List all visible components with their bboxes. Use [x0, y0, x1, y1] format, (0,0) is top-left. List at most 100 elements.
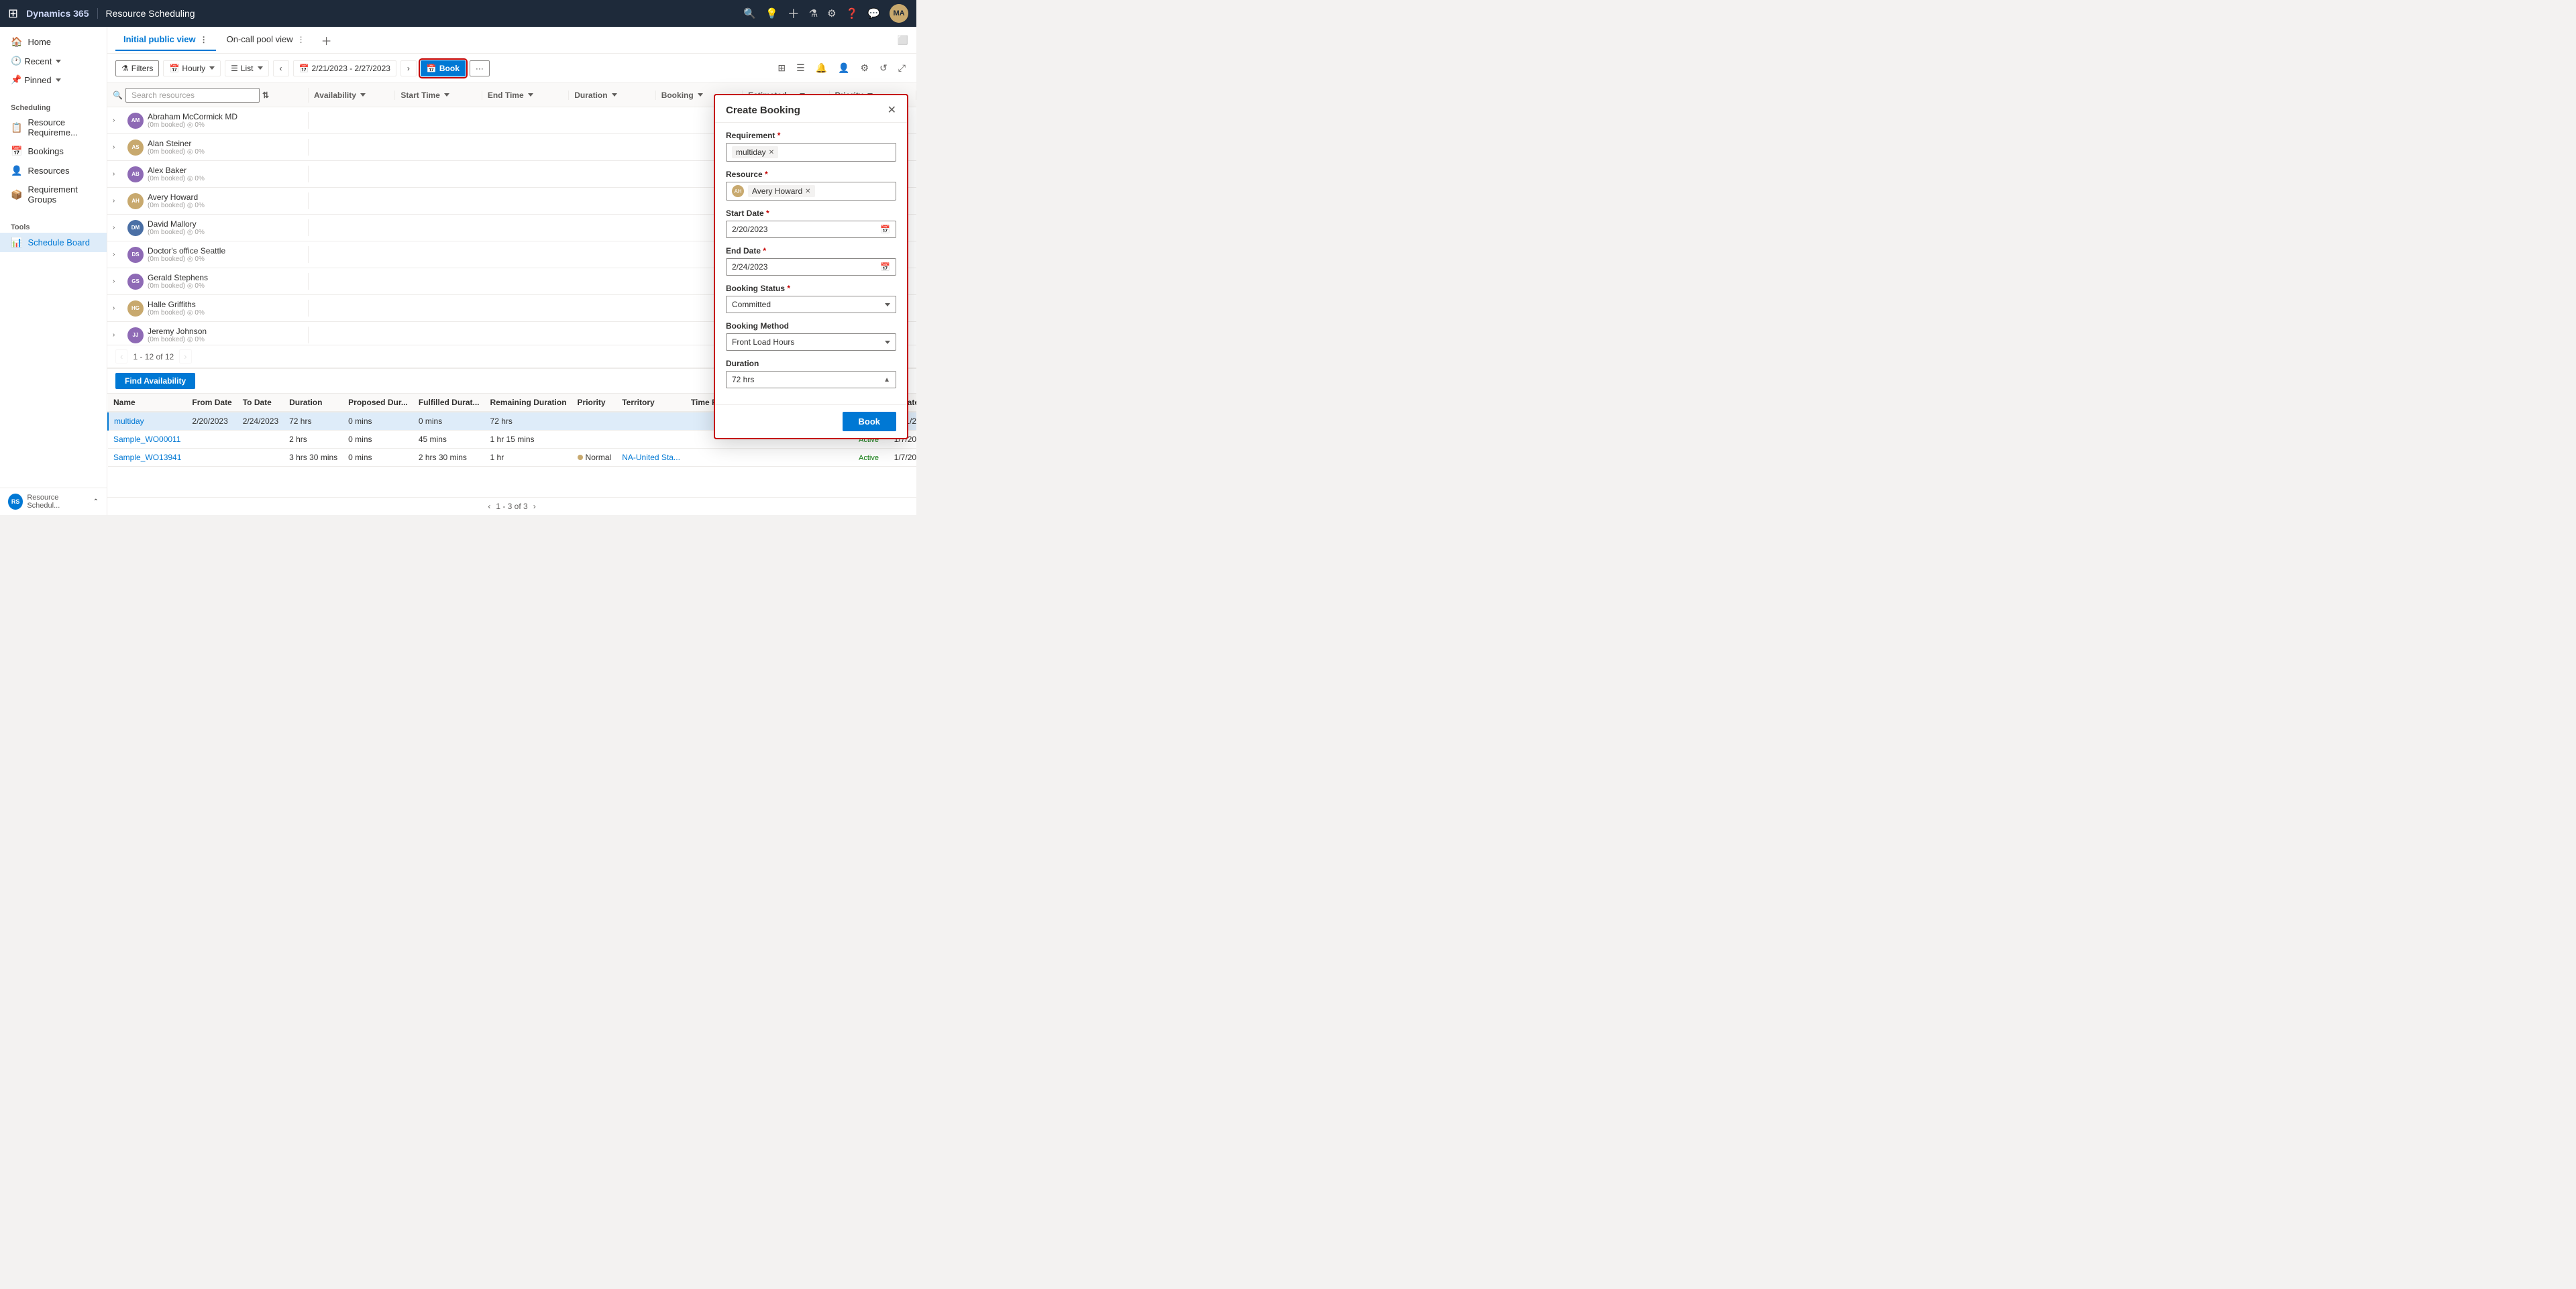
resource-expand-r7[interactable]: ›	[113, 278, 123, 285]
start-date-field-group: Start Date * 2/20/2023 📅	[726, 209, 896, 238]
resource-meta-r2: (0m booked) ◎ 0%	[148, 148, 205, 156]
req-cell: 72 hrs	[485, 412, 572, 431]
end-date-calendar-icon[interactable]: 📅	[880, 262, 890, 272]
sidebar-item-pinned[interactable]: 📌 Pinned	[0, 70, 107, 89]
prev-page-button[interactable]: ‹	[115, 349, 127, 363]
prev-date-button[interactable]: ‹	[273, 60, 289, 76]
req-cell: 0 mins	[413, 412, 485, 431]
start-date-input[interactable]: 2/20/2023 📅	[726, 221, 896, 238]
lightbulb-icon[interactable]: 💡	[765, 7, 778, 19]
req-cell: 1 hr	[485, 449, 572, 467]
end-date-input[interactable]: 2/24/2023 📅	[726, 258, 896, 276]
booking-panel-book-button[interactable]: Book	[843, 412, 897, 431]
req-col-header[interactable]: Duration	[284, 394, 343, 412]
req-col-header[interactable]: Territory	[616, 394, 686, 412]
gear-icon[interactable]: ⚙	[858, 60, 872, 76]
sidebar-item-resource-req[interactable]: 📋 Resource Requireme...	[0, 113, 107, 142]
sidebar-item-recent[interactable]: 🕐 Recent	[0, 52, 107, 70]
tab-initial-public-view[interactable]: Initial public view ⋮	[115, 29, 216, 51]
sort-icon[interactable]: ⇅	[262, 91, 269, 100]
waffle-icon[interactable]: ⊞	[8, 7, 18, 21]
date-range-button[interactable]: 📅 2/21/2023 - 2/27/2023	[293, 60, 396, 76]
remove-resource-tag[interactable]: ✕	[805, 188, 810, 195]
refresh-icon[interactable]: ↺	[877, 60, 890, 76]
resource-expand-r4[interactable]: ›	[113, 197, 123, 205]
resource-expand-r9[interactable]: ›	[113, 331, 123, 339]
filters-button[interactable]: ⚗ Filters	[115, 60, 159, 76]
sidebar-item-bookings[interactable]: 📅 Bookings	[0, 142, 107, 161]
tab-oncall-more[interactable]: ⋮	[297, 35, 305, 44]
req-name-link[interactable]: Sample_WO13941	[113, 453, 181, 462]
endtime-chevron-icon	[528, 93, 533, 97]
req-table-row[interactable]: Sample_WO139413 hrs 30 mins0 mins2 hrs 3…	[108, 449, 916, 467]
enddate-required: *	[763, 246, 766, 256]
sidebar-item-home[interactable]: 🏠 Home	[0, 32, 107, 52]
start-date-calendar-icon[interactable]: 📅	[880, 225, 890, 234]
booking-method-select[interactable]: Front Load Hours	[726, 333, 896, 351]
tab-initial-more[interactable]: ⋮	[200, 35, 208, 44]
close-booking-panel-button[interactable]: ✕	[888, 103, 896, 117]
req-col-header[interactable]: Priority	[572, 394, 617, 412]
sidebar-item-schedule-board[interactable]: 📊 Schedule Board	[0, 233, 107, 252]
resource-expand-r8[interactable]: ›	[113, 304, 123, 312]
more-options-button[interactable]: ···	[470, 60, 490, 76]
resource-expand-r5[interactable]: ›	[113, 224, 123, 231]
req-col-header[interactable]: Fulfilled Durat...	[413, 394, 485, 412]
remove-requirement-tag[interactable]: ✕	[769, 149, 774, 156]
book-button[interactable]: 📅 Book	[421, 60, 466, 76]
sidebar-pinned-label: Pinned	[24, 75, 51, 85]
find-availability-button[interactable]: Find Availability	[115, 373, 195, 389]
req-col-header[interactable]: Proposed Dur...	[343, 394, 413, 412]
next-date-button[interactable]: ›	[400, 60, 417, 76]
start-time-col-header[interactable]: Start Time	[395, 91, 482, 100]
req-name-link[interactable]: multiday	[114, 416, 144, 426]
bell-icon[interactable]: 🔔	[813, 60, 830, 76]
user-avatar[interactable]: MA	[890, 4, 908, 23]
availability-col-header[interactable]: Availability	[309, 91, 395, 100]
resource-expand-r2[interactable]: ›	[113, 144, 123, 151]
lower-prev-button[interactable]: ‹	[488, 502, 490, 511]
fullscreen-icon[interactable]: ⤢	[896, 60, 908, 76]
resource-expand-r1[interactable]: ›	[113, 117, 123, 124]
search-icon[interactable]: 🔍	[743, 7, 756, 19]
lines-icon[interactable]: ☰	[794, 60, 808, 76]
maximize-icon[interactable]: ⬜	[898, 35, 908, 46]
end-time-col-header[interactable]: End Time	[482, 91, 569, 100]
tab-oncall-pool[interactable]: On-call pool view ⋮	[219, 29, 313, 51]
duration-input[interactable]: 72 hrs ▲	[726, 371, 896, 388]
settings-icon[interactable]: ⚙	[827, 7, 836, 19]
filter-icon[interactable]: ⚗	[809, 7, 818, 19]
next-page-button[interactable]: ›	[179, 349, 191, 363]
duration-col-header[interactable]: Duration	[569, 91, 655, 100]
resource-name-r8: Halle Griffiths	[148, 300, 205, 309]
sidebar-item-resources[interactable]: 👤 Resources	[0, 161, 107, 180]
sidebar-footer[interactable]: RS Resource Schedul... ⌃	[0, 488, 107, 515]
help-icon[interactable]: ❓	[846, 7, 859, 19]
person-icon[interactable]: 👤	[835, 60, 852, 76]
sidebar-item-req-groups[interactable]: 📦 Requirement Groups	[0, 180, 107, 209]
chat-icon[interactable]: 💬	[867, 7, 880, 19]
req-col-header[interactable]: Remaining Duration	[485, 394, 572, 412]
add-tab-button[interactable]: ＋	[316, 30, 337, 51]
resource-expand-r6[interactable]: ›	[113, 251, 123, 258]
search-resources-input[interactable]	[125, 88, 260, 103]
requirement-input[interactable]: multiday ✕	[726, 143, 896, 162]
table-icon[interactable]: ⊞	[775, 60, 788, 76]
view-hourly-dropdown[interactable]: 📅 Hourly	[163, 60, 221, 76]
req-cell	[237, 431, 284, 449]
resource-meta-r5: (0m booked) ◎ 0%	[148, 229, 205, 236]
list-dropdown[interactable]: ☰ List	[225, 60, 268, 76]
req-col-header[interactable]: To Date	[237, 394, 284, 412]
lower-next-button[interactable]: ›	[533, 502, 536, 511]
resource-name-r3: Alex Baker	[148, 166, 205, 175]
list-chevron-icon	[258, 66, 263, 70]
req-col-header[interactable]: Name	[108, 394, 186, 412]
plus-icon[interactable]: ＋	[788, 5, 800, 22]
territory-link[interactable]: NA-United Sta...	[622, 453, 680, 462]
requirement-label: Requirement *	[726, 131, 896, 140]
resource-expand-r3[interactable]: ›	[113, 170, 123, 178]
resource-input[interactable]: AH Avery Howard ✕	[726, 182, 896, 201]
req-col-header[interactable]: From Date	[186, 394, 237, 412]
booking-status-select[interactable]: Committed	[726, 296, 896, 313]
req-name-link[interactable]: Sample_WO00011	[113, 435, 181, 444]
